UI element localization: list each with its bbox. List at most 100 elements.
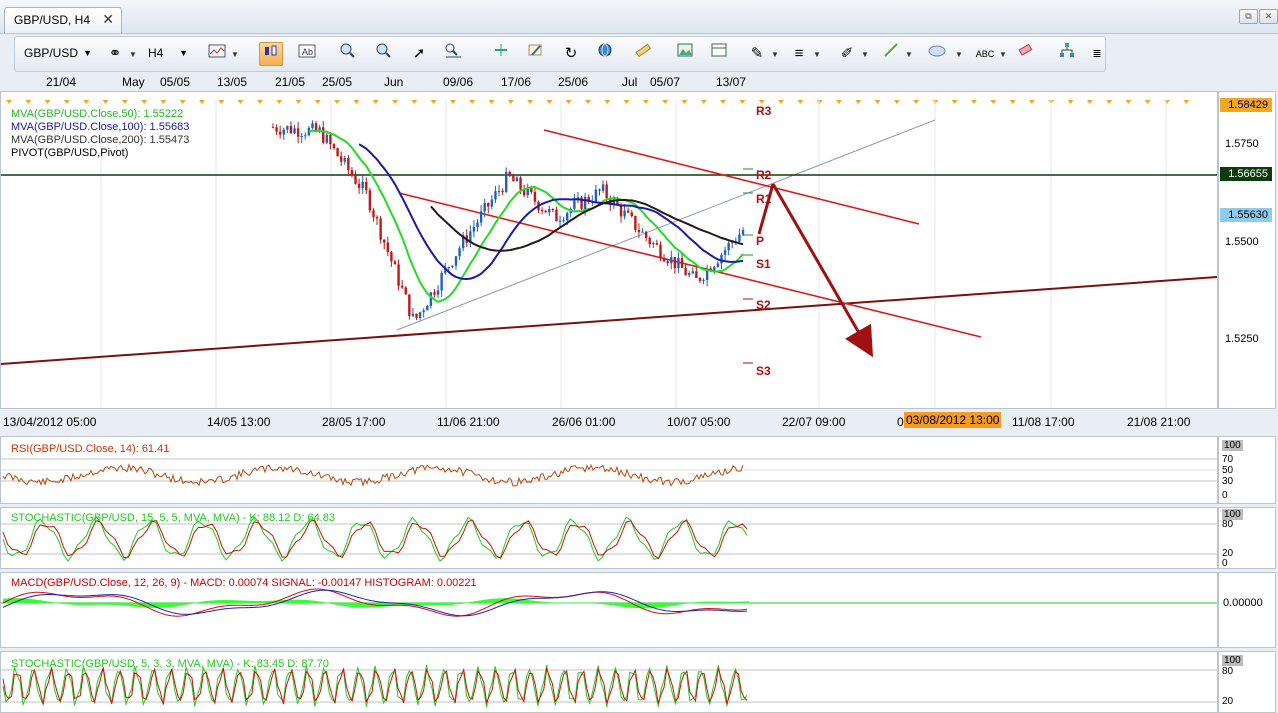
chevron-down-icon[interactable]: ▼: [905, 50, 913, 59]
stochastic-panel-2[interactable]: STOCHASTIC(GBP/USD, 5, 3, 3, MVA, MVA) -…: [0, 651, 1218, 713]
link-icon[interactable]: ⚭: [103, 42, 127, 66]
macd-histogram-bar: [105, 603, 107, 605]
chevron-down-icon[interactable]: ▼: [813, 50, 821, 59]
macd-histogram-bar: [659, 603, 661, 608]
edit-icon[interactable]: [523, 42, 547, 66]
time-label: 11/08 17:00: [1012, 415, 1075, 429]
long-term-trendline[interactable]: [1, 276, 1217, 365]
macd-histogram-bar: [437, 603, 439, 606]
network-icon[interactable]: [1055, 42, 1079, 66]
zoom-out-icon[interactable]: [371, 42, 395, 66]
chevron-down-icon[interactable]: ▼: [231, 50, 239, 59]
macd-histogram-bar: [331, 603, 333, 605]
timeframe-select[interactable]: H4 ▼: [143, 43, 191, 63]
studies-icon[interactable]: ≡: [787, 42, 811, 66]
macd-histogram-bar: [471, 601, 473, 604]
macd-histogram-bar: [221, 600, 223, 604]
last-price-tag: 1.55630: [1220, 208, 1272, 222]
macd-histogram-bar: [447, 603, 449, 606]
chevron-down-icon[interactable]: ▼: [861, 50, 869, 59]
event-marker-icon: [604, 100, 611, 104]
chevron-down-icon[interactable]: ▼: [771, 50, 779, 59]
chevron-down-icon[interactable]: ▼: [999, 50, 1007, 59]
macd-histogram-bar: [31, 599, 33, 604]
date-label: May: [122, 75, 145, 89]
macd-histogram-bar: [721, 601, 723, 604]
macd-histogram-bar: [531, 600, 533, 604]
channel-upper-line[interactable]: [543, 129, 920, 225]
macd-histogram-bar: [587, 602, 589, 604]
restore-window-button[interactable]: ⧉: [1239, 9, 1258, 24]
time-cursor-label: 03/08/2012 13:00: [904, 412, 1002, 428]
ellipse-icon[interactable]: [925, 42, 949, 66]
macd-histogram-bar: [39, 600, 41, 604]
macd-histogram-bar: [261, 600, 263, 604]
macd-histogram-bar: [225, 600, 227, 604]
macd-histogram-bar: [297, 599, 299, 604]
event-marker-icon: [1164, 100, 1170, 104]
line-icon[interactable]: [879, 42, 903, 66]
zoom-in-icon[interactable]: [335, 42, 359, 66]
axis-tick: 30: [1222, 476, 1234, 487]
macd-histogram-bar: [243, 600, 245, 604]
price-tick: 1.5250: [1225, 333, 1259, 345]
cursor-icon[interactable]: ➚: [407, 42, 431, 66]
macd-histogram-bar: [423, 603, 425, 606]
main-price-chart[interactable]: R3 R2 R1 P S1 S2 S3 MVA(GBP/USD.Close,50…: [0, 91, 1218, 409]
text-icon[interactable]: ABC: [973, 42, 997, 66]
candlestick-icon[interactable]: [259, 42, 283, 66]
candle-body: [565, 213, 569, 221]
ruler-icon[interactable]: [631, 42, 655, 66]
macd-histogram-bar: [537, 601, 539, 604]
zoom-window-icon[interactable]: [441, 42, 465, 66]
price-axis[interactable]: 1.5750 1.5500 1.5250: [1218, 91, 1276, 409]
tools-icon[interactable]: ✎: [745, 42, 769, 66]
chevron-down-icon[interactable]: ▼: [129, 50, 137, 59]
eraser-icon[interactable]: [1013, 42, 1037, 66]
candle-body: [512, 175, 515, 182]
symbol-select[interactable]: GBP/USD ▼: [19, 43, 95, 63]
macd-histogram-bar: [595, 603, 597, 604]
stochastic-panel-1[interactable]: STOCHASTIC(GBP/USD, 15, 5, 5, MVA, MVA) …: [0, 507, 1218, 569]
candle-body: [386, 242, 390, 252]
hline-icon[interactable]: [489, 42, 513, 66]
event-marker-icon: [1183, 100, 1190, 104]
macd-histogram-bar: [35, 599, 37, 604]
more-icon[interactable]: ≣: [1085, 42, 1109, 66]
candle-body: [289, 126, 293, 134]
event-marker-icon: [527, 100, 534, 104]
macd-histogram-bar: [61, 603, 63, 604]
macd-histogram-bar: [57, 602, 59, 604]
rsi-panel[interactable]: RSI(GBP/USD.Close, 14): 61.41: [0, 436, 1218, 504]
close-tab-icon[interactable]: ✕: [102, 11, 114, 28]
event-marker-icon: [855, 100, 862, 104]
macd-histogram-bar: [545, 601, 547, 604]
macd-histogram-bar: [731, 601, 733, 604]
macd-histogram-bar: [229, 600, 231, 604]
line-chart-icon[interactable]: Ab: [295, 42, 319, 66]
candle-body: [422, 310, 425, 313]
macd-histogram-bar: [543, 601, 545, 604]
candle-body: [738, 234, 741, 242]
date-label: 25/05: [322, 75, 353, 89]
candle-body: [426, 305, 429, 311]
macd-panel[interactable]: MACD(GBP/USD.Close, 12, 26, 9) - MACD: 0…: [0, 572, 1218, 648]
forecast-arrow-down[interactable]: [771, 183, 874, 358]
candle-body: [695, 271, 698, 278]
macd-histogram-bar: [311, 600, 313, 604]
macd-histogram-bar: [217, 600, 219, 604]
macd-histogram-bar: [593, 603, 595, 604]
image-icon[interactable]: [673, 42, 697, 66]
macd-histogram-bar: [549, 602, 551, 604]
globe-icon[interactable]: [593, 42, 617, 66]
pen-icon[interactable]: ✐: [835, 42, 859, 66]
macd-histogram-bar: [527, 599, 529, 604]
close-window-button[interactable]: ✕: [1259, 9, 1278, 24]
refresh-icon[interactable]: ↻: [559, 42, 583, 66]
chevron-down-icon[interactable]: ▼: [955, 50, 963, 59]
macd-histogram-bar: [685, 603, 687, 604]
chart-tab[interactable]: GBP/USD, H4 ✕: [4, 7, 122, 33]
macd-histogram-bar: [59, 603, 61, 604]
bar-chart-icon[interactable]: [205, 42, 229, 66]
template-icon[interactable]: [707, 42, 731, 66]
